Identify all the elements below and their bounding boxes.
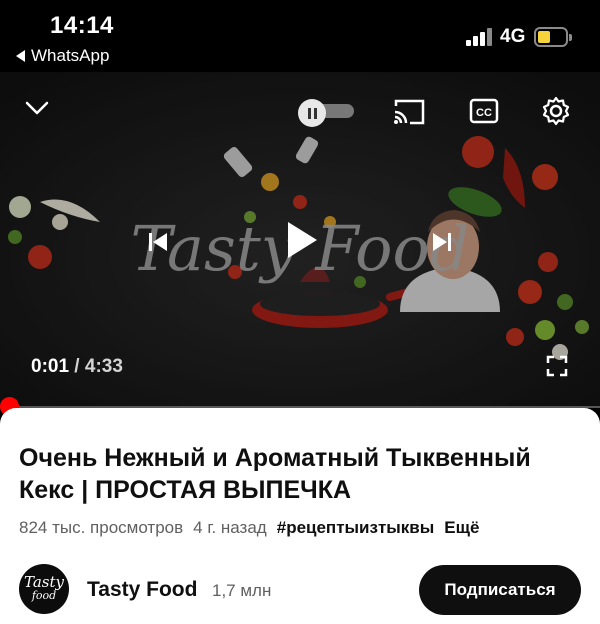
channel-avatar[interactable]: Tasty food bbox=[19, 564, 69, 614]
play-icon[interactable] bbox=[285, 220, 319, 260]
channel-name[interactable]: Tasty Food bbox=[87, 578, 197, 602]
autoplay-toggle[interactable] bbox=[298, 99, 354, 127]
cast-icon[interactable] bbox=[392, 98, 426, 126]
view-count: 824 тыс. просмотров bbox=[19, 518, 184, 537]
back-to-app-link[interactable]: WhatsApp bbox=[16, 46, 109, 66]
time-readout: 0:01 / 4:33 bbox=[31, 356, 123, 378]
clock: 14:14 bbox=[50, 12, 114, 39]
video-info-panel: Очень Нежный и Ароматный Тыквенный Кекс … bbox=[0, 408, 600, 624]
back-triangle-icon bbox=[16, 50, 25, 62]
hashtag-link[interactable]: #рецептыизтыквы bbox=[277, 518, 435, 538]
more-link[interactable]: Ещё bbox=[444, 518, 479, 538]
gear-icon[interactable] bbox=[540, 95, 572, 127]
upload-age: 4 г. назад bbox=[193, 518, 267, 537]
next-icon[interactable] bbox=[431, 231, 453, 253]
duration: 4:33 bbox=[84, 356, 123, 377]
network-type: 4G bbox=[500, 26, 526, 47]
signal-icon bbox=[466, 28, 492, 46]
video-player[interactable]: Tasty Food CC 0:01 / 4:33 bbox=[0, 72, 600, 408]
previous-icon[interactable] bbox=[147, 231, 169, 253]
avatar-text-line2: food bbox=[31, 589, 57, 602]
current-time: 0:01 bbox=[31, 356, 70, 377]
time-separator: / bbox=[69, 356, 85, 377]
captions-icon[interactable]: CC bbox=[469, 98, 499, 124]
svg-text:CC: CC bbox=[476, 107, 492, 119]
status-bar: 14:14 WhatsApp 4G bbox=[0, 0, 600, 72]
back-app-label: WhatsApp bbox=[31, 46, 110, 65]
avatar-text-line1: Tasty bbox=[24, 573, 64, 591]
battery-icon bbox=[534, 27, 572, 47]
subscriber-count: 1,7 млн bbox=[212, 581, 272, 600]
pause-icon bbox=[298, 99, 326, 127]
chevron-down-icon[interactable] bbox=[24, 99, 50, 117]
video-title[interactable]: Очень Нежный и Ароматный Тыквенный Кекс … bbox=[19, 442, 579, 506]
subscribe-button[interactable]: Подписаться bbox=[419, 565, 581, 615]
fullscreen-icon[interactable] bbox=[546, 355, 568, 377]
video-meta[interactable]: 824 тыс. просмотров 4 г. назад #рецептыи… bbox=[19, 518, 479, 538]
